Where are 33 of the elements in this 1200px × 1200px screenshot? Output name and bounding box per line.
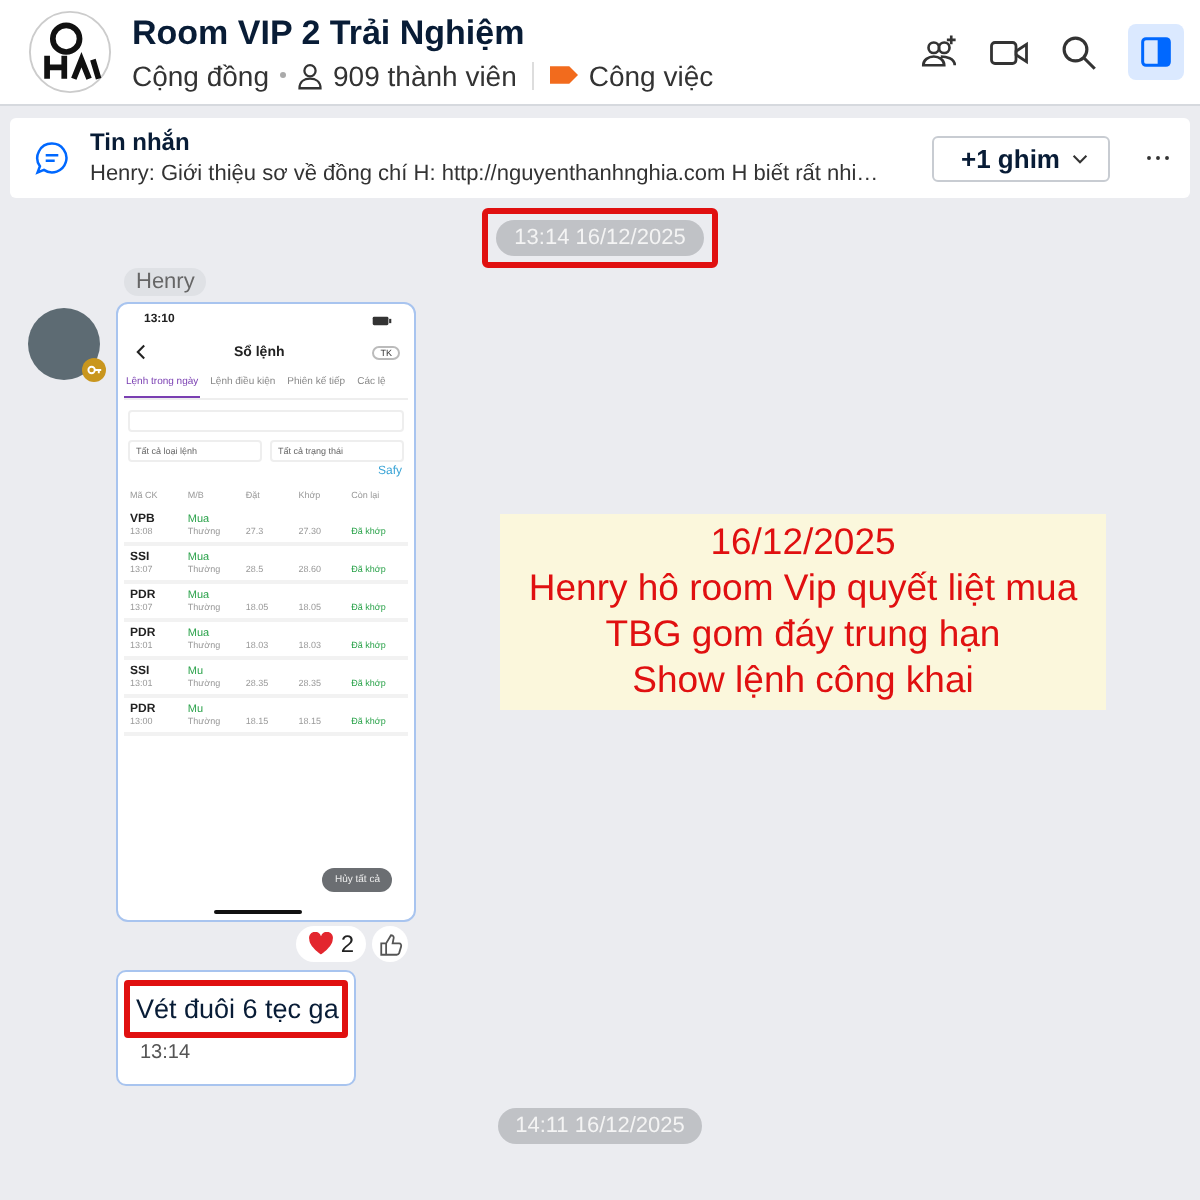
- key-badge-icon: [82, 358, 106, 382]
- caret-icon: [1072, 153, 1088, 163]
- home-indicator: [214, 910, 302, 914]
- like-button[interactable]: [372, 926, 408, 962]
- member-count[interactable]: 909 thành viên: [333, 59, 517, 91]
- chat-bubble-icon: [34, 140, 70, 176]
- pins-dropdown[interactable]: +1 ghim: [931, 135, 1110, 181]
- message-text: Vét đuôi 6 tẹc ga: [124, 980, 348, 1038]
- tag-icon: [550, 66, 579, 84]
- annotation-note: 16/12/2025 Henry hô room Vip quyết liệt mua TBG gom đáy trung hạn Show lệnh công khai: [500, 514, 1106, 710]
- pinned-preview: Henry: Giới thiệu sơ về đồng chí H: http://nguyenthanhnghia.com H biết rất nhi…: [90, 160, 881, 188]
- reaction-count[interactable]: 2: [296, 926, 366, 962]
- add-member-icon[interactable]: [918, 31, 960, 73]
- group-tag[interactable]: Công việc: [588, 59, 714, 91]
- sidebar-panel-icon: [1136, 32, 1176, 72]
- group-logo-icon: [28, 10, 112, 94]
- thumbs-up-icon: [377, 931, 403, 957]
- avatar[interactable]: [28, 308, 100, 380]
- separator-dot: [279, 72, 286, 78]
- battery-icon: [372, 315, 392, 325]
- sender-name: Henry: [124, 268, 207, 296]
- message-bubble[interactable]: Vét đuôi 6 tẹc ga 13:14: [116, 970, 356, 1086]
- pinned-title: Tin nhắn: [90, 128, 192, 156]
- group-type: Cộng đồng: [132, 59, 270, 91]
- message-time: 13:14: [138, 1040, 193, 1068]
- sidebar-toggle-button[interactable]: [1128, 24, 1184, 80]
- heart-icon: [308, 932, 335, 956]
- more-icon[interactable]: [1146, 154, 1170, 162]
- group-title: Room VIP 2 Trải Nghiệm: [132, 13, 527, 53]
- search-icon[interactable]: [1058, 31, 1100, 73]
- pinned-message-bar[interactable]: Tin nhắn Henry: Giới thiệu sơ về đồng chí H: http://nguyenthanhnghia.com H biết rất nhi… +1 ghim: [10, 118, 1190, 198]
- person-icon: [295, 61, 324, 89]
- back-icon[interactable]: [136, 344, 146, 360]
